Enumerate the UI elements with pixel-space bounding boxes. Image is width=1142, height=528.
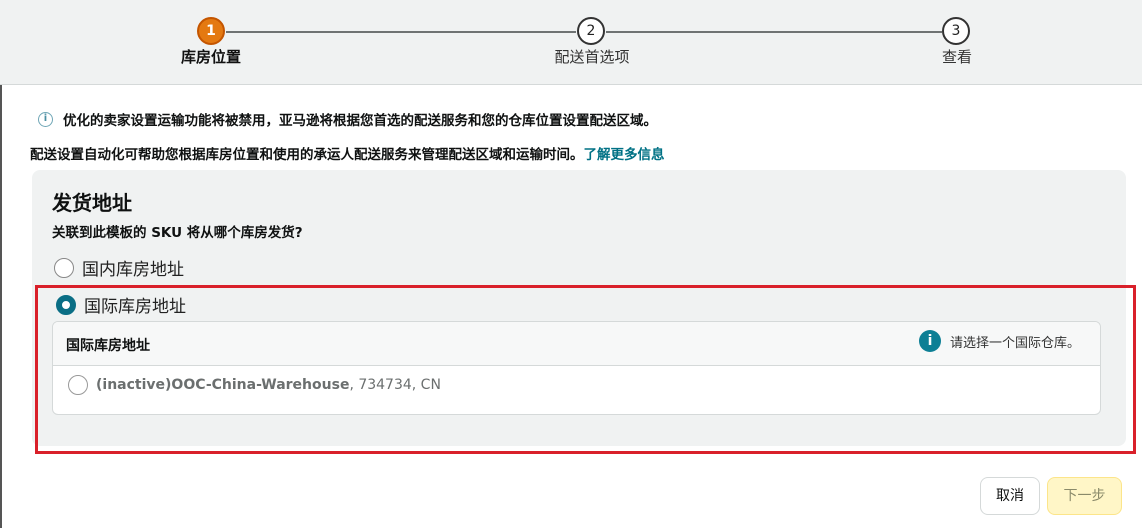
ship-from-panel: 发货地址 关联到此模板的 SKU 将从哪个库房发货? 国内库房地址 国际库房地址… — [32, 170, 1126, 446]
warehouse-name: (inactive)OOC-China-Warehouse — [96, 377, 350, 393]
international-warehouse-list: 国际库房地址 i 请选择一个国际仓库。 (inactive)OOC-China-… — [52, 321, 1101, 415]
domestic-radio[interactable] — [54, 257, 74, 278]
step-connector — [606, 31, 942, 33]
warehouse-list-title: 国际库房地址 — [66, 338, 150, 354]
warehouse-hint-text: 请选择一个国际仓库。 — [949, 335, 1080, 351]
international-option-label: 国际库房地址 — [84, 297, 186, 317]
cancel-button[interactable]: 取消 — [980, 477, 1040, 515]
info-icon: i — [38, 111, 53, 127]
warehouse-list-header: 国际库房地址 i 请选择一个国际仓库。 — [53, 322, 1100, 366]
international-radio[interactable] — [56, 294, 76, 315]
warehouse-hint: i 请选择一个国际仓库。 — [918, 330, 1080, 352]
step-1-label: 库房位置 — [180, 48, 242, 66]
step-connector — [226, 31, 576, 33]
step-2-indicator: 2 — [577, 17, 605, 45]
learn-more-link[interactable]: 了解更多信息 — [584, 147, 665, 163]
step-3-indicator: 3 — [942, 17, 970, 45]
progress-stepper: 1 库房位置 2 配送首选项 3 查看 — [0, 0, 1142, 85]
panel-title: 发货地址 — [52, 191, 132, 215]
warehouse-radio[interactable] — [68, 375, 88, 395]
domestic-warehouse-option[interactable]: 国内库房地址 — [54, 255, 184, 280]
international-warehouse-option[interactable]: 国际库房地址 — [56, 292, 186, 317]
next-button[interactable]: 下一步 — [1047, 477, 1122, 515]
notice-text: 优化的卖家设置运输功能将被禁用，亚马逊将根据您首选的配送服务和您的仓库位置设置配… — [63, 113, 657, 129]
panel-question: 关联到此模板的 SKU 将从哪个库房发货? — [52, 225, 303, 241]
warehouse-label: (inactive)OOC-China-Warehouse, 734734, C… — [96, 377, 441, 393]
step-2-label: 配送首选项 — [554, 48, 630, 66]
warehouse-detail: , 734734, CN — [349, 377, 441, 393]
automation-description: 配送设置自动化可帮助您根据库房位置和使用的承运人配送服务来管理配送区域和运输时间… — [30, 143, 665, 163]
step-1-indicator: 1 — [197, 17, 225, 45]
warehouse-option[interactable]: (inactive)OOC-China-Warehouse, 734734, C… — [68, 375, 441, 395]
step-3-label: 查看 — [941, 48, 973, 66]
automation-notice: i 优化的卖家设置运输功能将被禁用，亚马逊将根据您首选的配送服务和您的仓库位置设… — [38, 109, 657, 129]
window-edge — [0, 85, 2, 528]
description-text: 配送设置自动化可帮助您根据库房位置和使用的承运人配送服务来管理配送区域和运输时间… — [30, 147, 584, 163]
info-icon: i — [918, 330, 941, 352]
domestic-option-label: 国内库房地址 — [82, 260, 184, 280]
